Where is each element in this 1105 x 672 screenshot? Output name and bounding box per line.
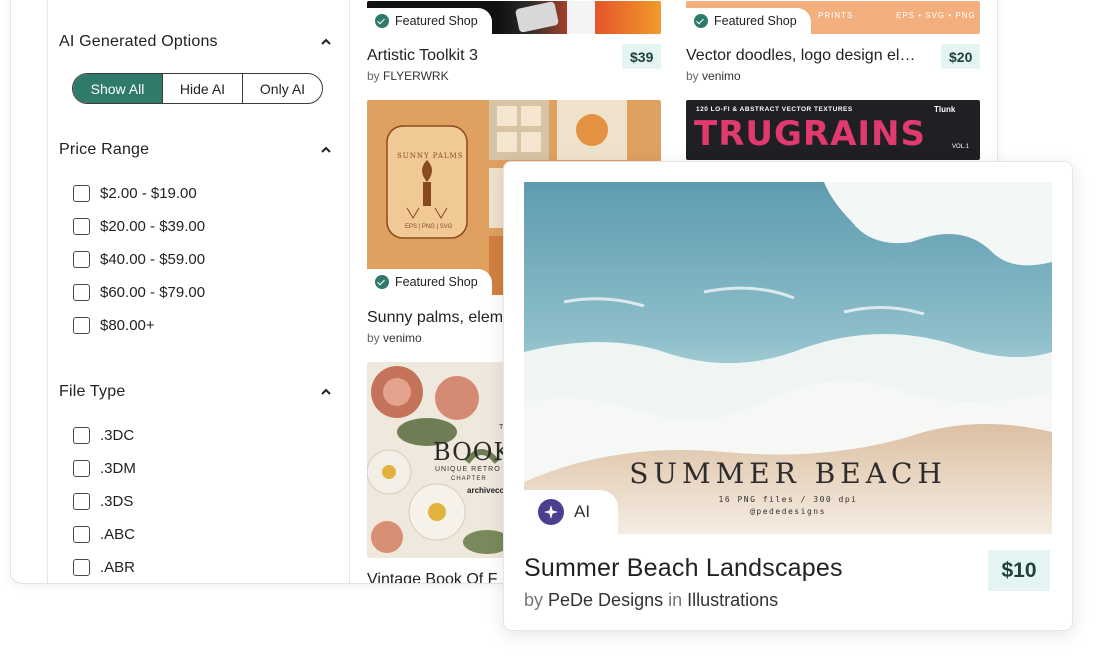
file-type-option[interactable]: .ABR <box>73 559 135 576</box>
badge-label: Featured Shop <box>395 275 478 289</box>
price-option[interactable]: $60.00 - $79.00 <box>73 284 205 301</box>
checkbox[interactable] <box>73 493 90 510</box>
author-name: FLYERWRK <box>383 69 449 83</box>
art-text: SUNNY PALMS <box>397 152 464 160</box>
price-option-label: $60.00 - $79.00 <box>100 284 206 301</box>
price-chip: $20 <box>941 44 981 69</box>
by-label: by <box>686 69 699 83</box>
price-chip: $10 <box>988 550 1050 591</box>
file-type-option[interactable]: .ABC <box>73 526 135 543</box>
product-author[interactable]: by venimo <box>367 331 422 345</box>
checkbox[interactable] <box>73 526 90 543</box>
art-title: SUMMER BEACH <box>629 457 947 490</box>
show-all-button[interactable]: Show All <box>73 74 163 103</box>
product-byline: by PeDe Designs in Illustrations <box>524 590 778 611</box>
file-type-option[interactable]: .3DC <box>73 427 134 444</box>
art-text: UNIQUE RETRO <box>435 466 501 473</box>
price-option-label: $80.00+ <box>100 317 155 334</box>
product-title[interactable]: Summer Beach Landscapes <box>524 554 843 583</box>
checkbox[interactable] <box>73 427 90 444</box>
price-option-label: $40.00 - $59.00 <box>100 251 206 268</box>
file-type-label: .3DC <box>100 427 135 444</box>
ai-filter-segmented-control: Show All Hide AI Only AI <box>72 73 323 104</box>
by-label: by <box>367 69 380 83</box>
chevron-up-icon[interactable] <box>321 388 331 398</box>
ai-badge: AI <box>524 490 619 534</box>
checkbox[interactable] <box>73 218 90 235</box>
art-text: PRINTS <box>818 11 854 20</box>
badge-label: Featured Shop <box>395 14 478 28</box>
featured-shop-badge: Featured Shop <box>367 269 492 295</box>
art-text: Tlunk <box>934 105 956 114</box>
art-text: CHAPTER <box>451 476 487 482</box>
product-title[interactable]: Vector doodles, logo design el… <box>686 47 931 65</box>
art-text: archivecor <box>467 486 508 495</box>
author-name: venimo <box>383 331 422 345</box>
chevron-up-icon[interactable] <box>321 38 331 48</box>
featured-product-card[interactable]: SUMMER BEACH 16 PNG files / 300 dpi @ped… <box>503 161 1073 631</box>
product-image[interactable]: SUMMER BEACH 16 PNG files / 300 dpi @ped… <box>524 182 1052 534</box>
sparkle-icon <box>538 499 564 525</box>
ai-badge-label: AI <box>574 502 591 521</box>
art-text: TRUGRAINS <box>694 114 926 154</box>
price-option[interactable]: $80.00+ <box>73 317 155 334</box>
author-link[interactable]: PeDe Designs <box>548 590 663 610</box>
price-option[interactable]: $20.00 - $39.00 <box>73 218 205 235</box>
product-title[interactable]: Vintage Book Of F <box>367 571 507 583</box>
checkbox[interactable] <box>73 317 90 334</box>
file-type-title: File Type <box>59 383 126 400</box>
product-author[interactable]: by venimo <box>686 69 741 83</box>
category-link[interactable]: Illustrations <box>687 590 778 610</box>
badge-label: Featured Shop <box>714 14 797 28</box>
checkbox[interactable] <box>73 251 90 268</box>
art-text: VOL.1 <box>952 144 970 150</box>
file-type-option[interactable]: .3DM <box>73 460 136 477</box>
file-type-label: .3DS <box>100 493 134 510</box>
product-title[interactable]: Artistic Toolkit 3 <box>367 47 607 65</box>
art-text: EPS | PNG | SVG <box>405 224 453 230</box>
hide-ai-button[interactable]: Hide AI <box>163 74 243 103</box>
art-text: 120 LO-FI & ABSTRACT VECTOR TEXTURES <box>696 106 853 113</box>
sidebar-divider-left <box>47 0 48 583</box>
art-text: EPS • SVG • PNG <box>896 11 976 20</box>
author-name: venimo <box>702 69 741 83</box>
price-chip: $39 <box>622 44 662 69</box>
sidebar-divider-right <box>349 0 350 583</box>
file-type-label: .ABC <box>100 526 136 543</box>
product-author[interactable]: by FLYERWRK <box>367 69 449 83</box>
price-option-label: $20.00 - $39.00 <box>100 218 206 235</box>
file-type-label: .3DM <box>100 460 136 477</box>
check-badge-icon <box>694 14 708 28</box>
checkbox[interactable] <box>73 284 90 301</box>
checkbox[interactable] <box>73 559 90 576</box>
only-ai-button[interactable]: Only AI <box>243 74 322 103</box>
check-badge-icon <box>375 275 389 289</box>
check-badge-icon <box>375 14 389 28</box>
product-thumbnail[interactable]: 120 LO-FI & ABSTRACT VECTOR TEXTURES Tlu… <box>686 100 980 160</box>
file-type-option[interactable]: .3DS <box>73 493 133 510</box>
by-label: by <box>367 331 380 345</box>
price-option-label: $2.00 - $19.00 <box>100 185 197 202</box>
checkbox[interactable] <box>73 185 90 202</box>
in-label: in <box>668 590 683 610</box>
file-type-label: .ABR <box>100 559 136 576</box>
chevron-up-icon[interactable] <box>321 146 331 156</box>
checkbox[interactable] <box>73 460 90 477</box>
featured-shop-badge: Featured Shop <box>686 8 811 34</box>
ai-options-title: AI Generated Options <box>59 33 218 50</box>
price-range-title: Price Range <box>59 141 150 158</box>
price-option[interactable]: $2.00 - $19.00 <box>73 185 197 202</box>
price-option[interactable]: $40.00 - $59.00 <box>73 251 205 268</box>
featured-shop-badge: Featured Shop <box>367 8 492 34</box>
by-label: by <box>524 590 544 610</box>
product-title[interactable]: Sunny palms, elem <box>367 309 502 327</box>
